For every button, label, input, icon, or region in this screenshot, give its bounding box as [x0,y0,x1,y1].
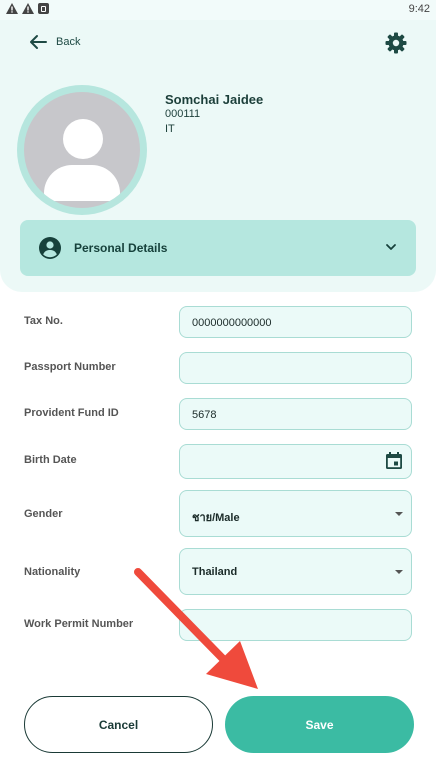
gear-icon[interactable] [384,31,408,55]
back-button[interactable]: Back [28,32,80,52]
status-time: 9:42 [408,3,430,15]
tax-no-value: 0000000000000 [192,317,272,329]
gender-select[interactable]: ชาย/Male [179,490,412,537]
work-permit-number-field[interactable] [179,609,412,641]
cancel-button[interactable]: Cancel [24,696,213,753]
passport-number-label: Passport Number [24,361,116,373]
account-circle-icon [39,237,61,259]
warning-icon [6,3,18,14]
gender-value: ชาย/Male [192,512,240,524]
warning-icon [22,3,34,14]
nationality-value: Thailand [192,566,238,578]
back-arrow-icon [30,35,47,49]
chevron-down-icon [386,244,396,250]
tax-no-field[interactable]: 0000000000000 [179,306,412,338]
dropdown-arrow-icon [395,570,403,574]
provident-fund-id-value: 5678 [192,409,217,421]
personal-details-section-toggle[interactable]: Personal Details [20,220,416,276]
back-label: Back [56,36,81,48]
employee-department: IT [165,123,175,135]
save-button[interactable]: Save [225,696,414,753]
provident-fund-id-field[interactable]: 5678 [179,398,412,430]
section-title: Personal Details [74,241,168,255]
work-permit-number-label: Work Permit Number [24,618,134,630]
notification-app-icon [38,3,49,14]
nationality-label: Nationality [24,566,81,578]
provident-fund-id-label: Provident Fund ID [24,407,119,419]
birth-date-field[interactable] [179,444,412,479]
passport-number-field[interactable] [179,352,412,384]
employee-name: Somchai Jaidee [165,92,264,107]
status-bar: 9:42 [0,0,436,20]
gender-label: Gender [24,508,63,520]
dropdown-arrow-icon [395,512,403,516]
status-notification-icons [6,3,49,14]
birth-date-label: Birth Date [24,454,77,466]
calendar-icon[interactable] [384,451,404,471]
nationality-select[interactable]: Thailand [179,548,412,595]
employee-id: 000111 [165,108,201,120]
tax-no-label: Tax No. [24,315,63,327]
avatar[interactable] [17,85,147,215]
avatar-placeholder-icon [24,92,140,208]
